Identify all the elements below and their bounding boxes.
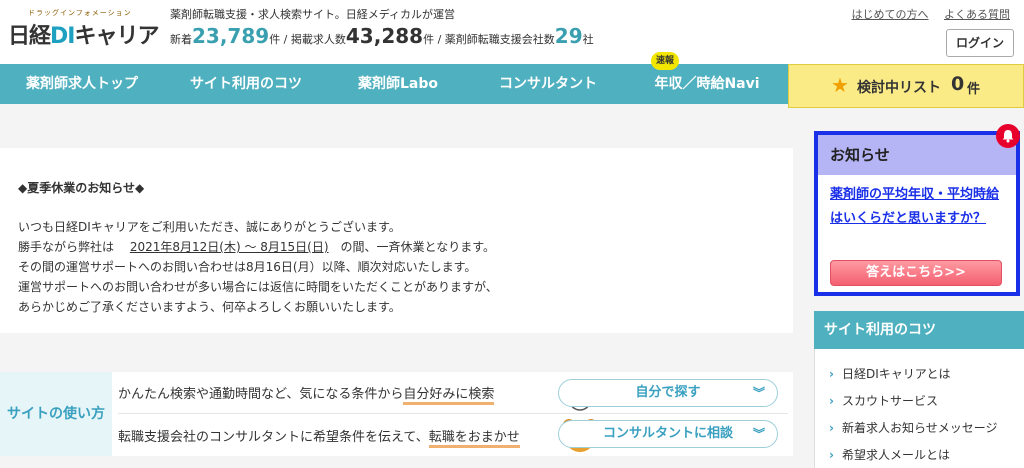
tip-item[interactable]: › 新着求人お知らせメッセージ [829,419,997,436]
salary-question-link[interactable]: 薬剤師の平均年収・平均時給はいくらだと思いますか？ [830,183,1010,231]
nav-item-salary-navi[interactable]: 年収／時給Navi [628,64,786,104]
chevron-right-icon: › [829,448,834,462]
header-links: はじめての方へ よくある質問 [840,6,1011,22]
link-faq[interactable]: よくある質問 [944,8,1010,21]
site-stats: 新着23,789件 / 掲載求人数43,288件 / 薬剤師転職支援会社数29社 [170,24,594,48]
usage-label: サイトの使い方 [0,372,112,456]
watchlist-count: 0 [951,73,965,95]
nav-item-labo[interactable]: 薬剤師Labo [328,64,468,104]
chevron-down-icon: ︾ [752,386,765,400]
nav-item-consultant[interactable]: コンサルタント [468,64,628,104]
divider [118,413,788,414]
oshirase-panel: お知らせ 薬剤師の平均年収・平均時給はいくらだと思いますか？ 答えはこちら>> [814,131,1020,296]
chevron-down-icon: ︾ [752,427,765,441]
link-first-time[interactable]: はじめての方へ [852,8,929,21]
nav-item-tips[interactable]: サイト利用のコツ [164,64,328,104]
oshirase-title: お知らせ [818,135,1016,175]
consult-button[interactable]: コンサルタントに相談 ︾ [558,420,778,448]
notice-line: その間の運営サポートへのお問い合わせは8月16日(月）以降、順次対応いたします。 [18,260,477,274]
listed-jobs-count: 43,288 [345,24,424,48]
usage-row-consult: 転職支援会社のコンサルタントに希望条件を伝えて、転職をおまかせ [118,426,538,448]
agencies-count: 29 [554,24,583,48]
watchlist-unit: 件 [967,82,981,97]
tip-item[interactable]: › 日経DIキャリアとは [829,365,951,382]
tips-list: › 日経DIキャリアとは › スカウトサービス › 新着求人お知らせメッセージ › 希望… [814,349,1024,468]
site-tagline: 薬剤師転職支援・求人検索サイト。日経メディカルが運営 [170,8,456,21]
chevron-right-icon: › [829,367,834,381]
site-logo[interactable]: ドラッグインフォメーション 日経DIキャリア [8,8,159,49]
tip-item[interactable]: › スカウトサービス [829,392,938,409]
notice-box: ◆夏季休業のお知らせ◆ いつも日経DIキャリアをご利用いただき、誠にありがとうご… [0,148,793,333]
logo-text: 日経DIキャリア [8,24,159,49]
nav-item-top[interactable]: 薬剤師求人トップ [0,64,164,104]
holiday-dates: 2021年8月12日(木) ～ 8月15日(日) [129,240,329,254]
notice-line: いつも日経DIキャリアをご利用いただき、誠にありがとうございます。 [18,220,401,234]
site-header: ドラッグインフォメーション 日経DIキャリア 薬剤師転職支援・求人検索サイト。日… [0,0,1024,64]
search-yourself-button[interactable]: 自分で探す ︾ [558,379,778,407]
main-nav: 薬剤師求人トップ サイト利用のコツ 薬剤師Labo コンサルタント 年収／時給N… [0,64,788,104]
answer-button[interactable]: 答えはこちら>> [830,260,1002,286]
notice-title: ◆夏季休業のお知らせ◆ [18,181,145,195]
tips-title: サイト利用のコツ [814,311,1024,349]
usage-row-search: かんたん検索や通勤時間など、気になる条件から自分好みに検索 [118,383,538,405]
bell-icon [996,124,1020,148]
notice-line: 勝手ながら弊社は 2021年8月12日(木) ～ 8月15日(日) の間、一斉休… [18,240,495,254]
breaking-news-badge: 速報 [651,52,679,70]
tip-item[interactable]: › 希望求人メールとは [829,446,950,463]
new-jobs-count: 23,789 [192,24,270,48]
chevron-right-icon: › [829,394,834,408]
watchlist-label: 検討中リスト [857,80,941,96]
star-icon: ★ [831,73,849,97]
chevron-right-icon: › [829,421,834,435]
watchlist-button[interactable]: ★ 検討中リスト 0 件 [788,64,1024,108]
site-usage: サイトの使い方 かんたん検索や通勤時間など、気になる条件から自分好みに検索 自分… [0,372,793,456]
notice-line: あらかじめご了承くださいますよう、何卒よろしくお願いいたします。 [18,300,401,314]
login-button[interactable]: ログイン [946,29,1014,57]
logo-subtitle: ドラッグインフォメーション [28,9,132,17]
notice-line: 運営サポートへのお問い合わせが多い場合には返信に時間をいただくことがありますが、 [18,280,498,294]
